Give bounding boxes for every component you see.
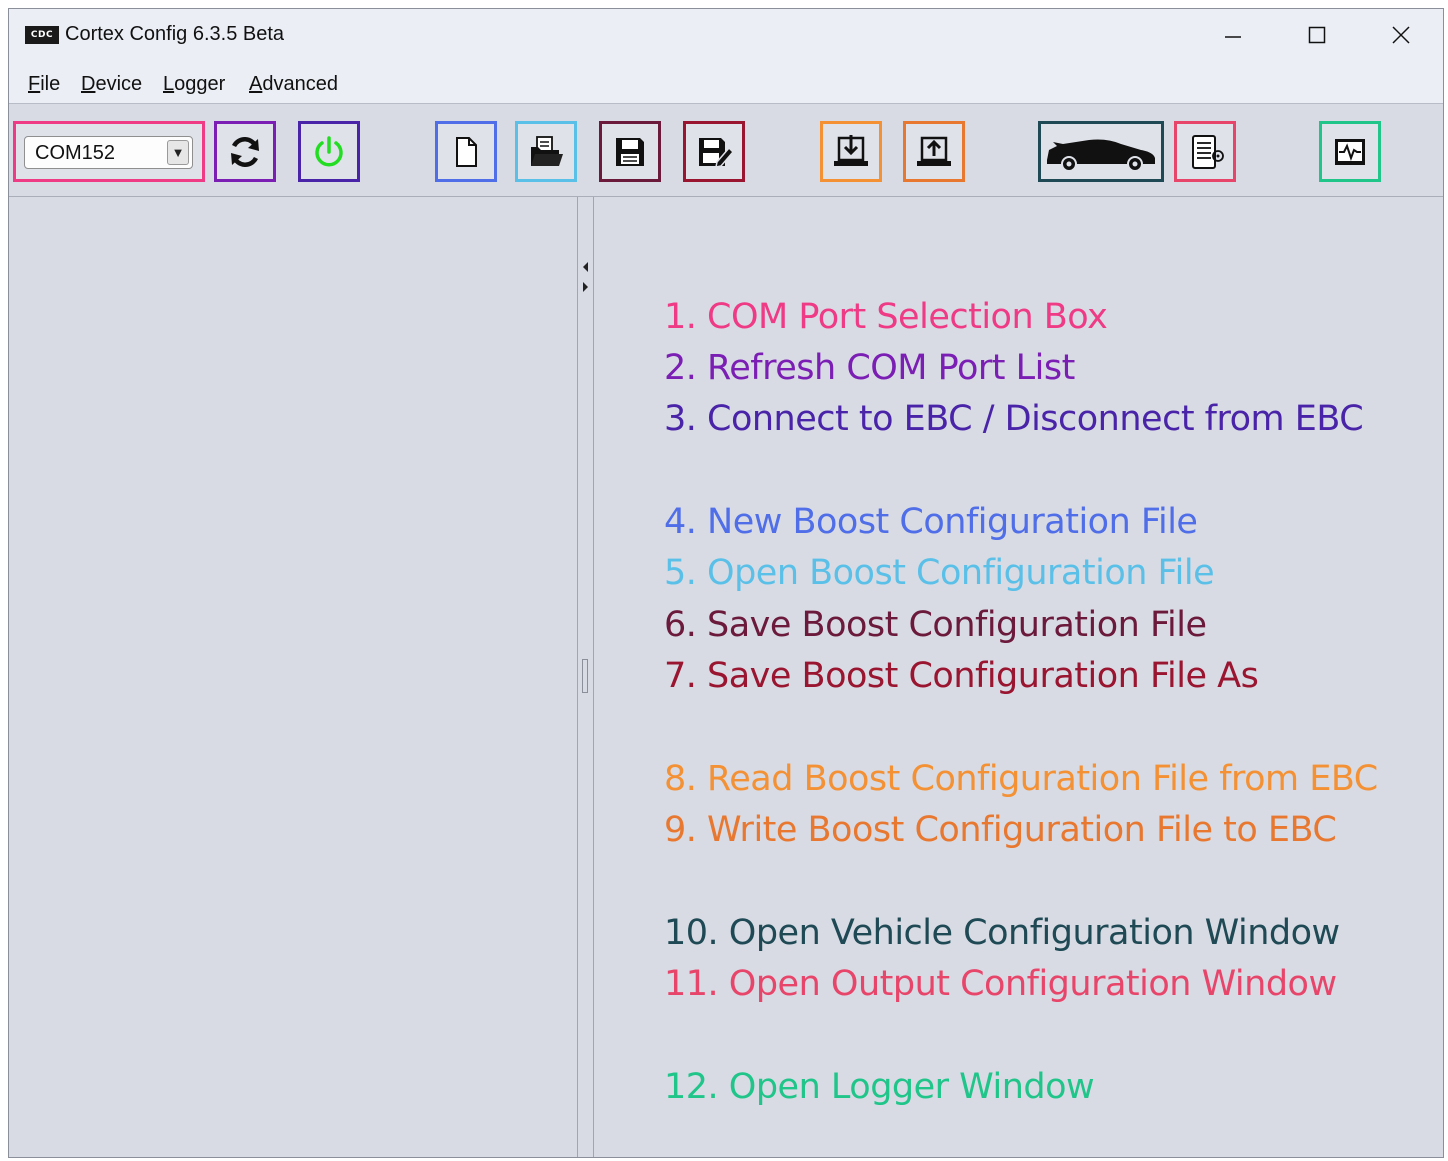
menu-advanced-label: dvanced	[262, 73, 338, 95]
menu-logger[interactable]: Logger	[163, 73, 225, 96]
connect-button[interactable]	[298, 121, 360, 182]
menu-file[interactable]: File	[28, 73, 60, 96]
legend-item-5: 5. Open Boost Configuration File	[664, 553, 1215, 593]
legend-item-9: 9. Write Boost Configuration File to EBC	[664, 810, 1337, 850]
write-to-ebc-button[interactable]	[903, 121, 965, 182]
legend-item-2: 2. Refresh COM Port List	[664, 348, 1075, 388]
title-bar: CDC Cortex Config 6.3.5 Beta	[9, 9, 1443, 61]
legend-item-6: 6. Save Boost Configuration File	[664, 605, 1207, 645]
write-to-device-icon	[917, 136, 951, 166]
menu-device-mnemonic: D	[81, 73, 96, 95]
refresh-com-button[interactable]	[214, 121, 276, 182]
legend-item-3: 3. Connect to EBC / Disconnect from EBC	[664, 399, 1364, 439]
app-logo-icon: CDC	[25, 26, 59, 44]
left-pane	[9, 197, 576, 1157]
com-port-value: COM152	[35, 142, 116, 164]
legend-item-8: 8. Read Boost Configuration File from EB…	[664, 759, 1378, 799]
window-title: Cortex Config 6.3.5 Beta	[65, 23, 285, 45]
output-config-button[interactable]	[1174, 121, 1236, 182]
menu-file-label: ile	[40, 73, 61, 95]
maximize-button[interactable]	[1277, 9, 1357, 61]
save-as-icon	[699, 137, 734, 168]
com-port-select[interactable]: COM152 ▼	[24, 136, 193, 169]
output-config-icon	[1192, 134, 1224, 169]
close-button[interactable]	[1361, 9, 1441, 61]
close-icon	[1392, 26, 1410, 44]
collapse-right-icon[interactable]	[583, 282, 588, 292]
power-icon	[315, 135, 343, 166]
menu-device-label: evice	[95, 73, 143, 95]
save-as-button[interactable]	[683, 121, 745, 182]
legend-item-4: 4. New Boost Configuration File	[664, 502, 1198, 542]
legend-item-10: 10. Open Vehicle Configuration Window	[664, 913, 1340, 953]
collapse-left-icon[interactable]	[583, 262, 588, 272]
legend-item-12: 12. Open Logger Window	[664, 1067, 1095, 1107]
minimize-button[interactable]	[1193, 9, 1273, 61]
minimize-icon	[1225, 36, 1241, 38]
menu-device[interactable]: Device	[81, 73, 142, 96]
legend-item-7: 7. Save Boost Configuration File As	[664, 656, 1259, 696]
open-folder-icon	[531, 135, 563, 166]
app-window: CDC Cortex Config 6.3.5 Beta File Device…	[8, 8, 1444, 1158]
logger-button[interactable]	[1319, 121, 1381, 182]
new-file-button[interactable]	[435, 121, 497, 182]
read-from-device-icon	[834, 134, 868, 166]
menu-advanced-mnemonic: A	[249, 73, 263, 95]
read-from-ebc-button[interactable]	[820, 121, 882, 182]
menu-logger-mnemonic: L	[163, 73, 175, 95]
split-divider[interactable]	[577, 197, 594, 1157]
com-port-highlight: COM152 ▼	[13, 121, 205, 182]
vehicle-icon	[1047, 139, 1155, 172]
divider-grip[interactable]	[582, 659, 588, 693]
menu-bar: File Device Logger Advanced	[9, 61, 1443, 104]
save-button[interactable]	[599, 121, 661, 182]
new-file-icon	[456, 136, 477, 167]
toolbar: COM152 ▼	[9, 104, 1443, 197]
menu-logger-label: ogger	[174, 73, 226, 95]
logger-icon	[1335, 138, 1365, 165]
chevron-down-icon[interactable]: ▼	[167, 140, 189, 165]
menu-file-mnemonic: F	[28, 73, 41, 95]
maximize-icon	[1308, 26, 1326, 44]
legend-item-11: 11. Open Output Configuration Window	[664, 964, 1337, 1004]
refresh-icon	[231, 136, 259, 167]
legend-item-1: 1. COM Port Selection Box	[664, 297, 1108, 337]
menu-advanced[interactable]: Advanced	[249, 73, 338, 96]
open-file-button[interactable]	[515, 121, 577, 182]
vehicle-config-button[interactable]	[1038, 121, 1164, 182]
save-icon	[616, 137, 644, 166]
